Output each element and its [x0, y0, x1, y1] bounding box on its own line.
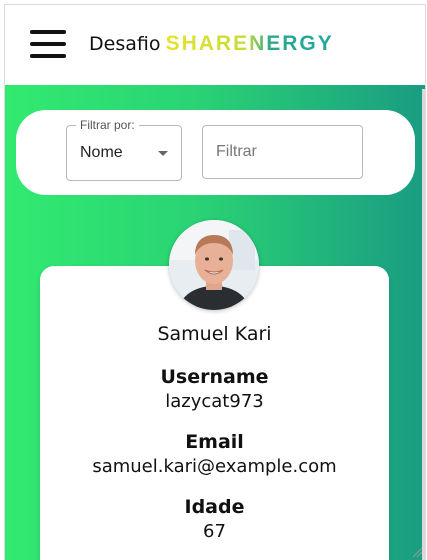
brand-logo-text: SHARENERGY	[165, 32, 334, 55]
user-avatar[interactable]	[169, 220, 259, 310]
username-label: Username	[160, 366, 269, 388]
resize-handle-icon[interactable]	[411, 546, 423, 558]
email-label: Email	[185, 431, 244, 453]
user-name: Samuel Kari	[157, 323, 272, 345]
hamburger-menu-icon[interactable]	[30, 28, 68, 60]
filter-by-value: Nome	[80, 144, 123, 161]
dropdown-arrow-icon	[158, 151, 168, 156]
main-content: Filtrar por: Nome Samuel Kari Use	[5, 85, 425, 560]
username-value: lazycat973	[165, 391, 264, 412]
app-header: Desafio SHARENERGY	[5, 5, 425, 85]
email-value: samuel.kari@example.com	[92, 456, 337, 477]
app-window: Desafio SHARENERGY Filtrar por: Nome Fil…	[4, 4, 426, 560]
filter-by-label: Filtrar por:	[76, 118, 139, 132]
scrollbar[interactable]	[422, 89, 425, 560]
menu-line	[30, 54, 66, 58]
menu-line	[30, 42, 66, 46]
filter-bar: Filtrar por: Nome	[16, 110, 415, 195]
avatar-photo	[169, 220, 259, 310]
filter-input[interactable]	[202, 125, 363, 179]
brand-logo[interactable]: Desafio SHARENERGY	[89, 32, 334, 62]
filter-by-select[interactable]: Filtrar por: Nome	[66, 118, 182, 181]
age-value: 67	[203, 521, 226, 542]
brand-prefix: Desafio	[89, 33, 161, 55]
menu-line	[30, 30, 66, 34]
age-label: Idade	[184, 496, 245, 518]
